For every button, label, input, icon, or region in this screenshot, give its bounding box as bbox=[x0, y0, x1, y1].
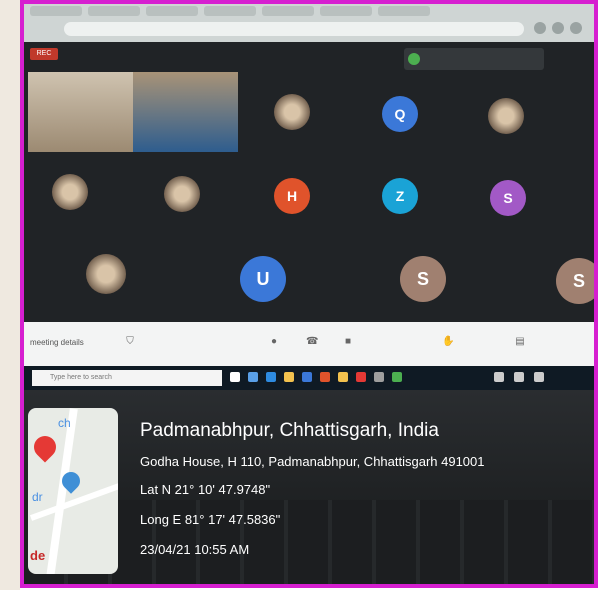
participant-video bbox=[28, 72, 133, 152]
taskbar-search-input[interactable]: Type here to search bbox=[32, 370, 222, 386]
location-pin-icon bbox=[29, 431, 61, 463]
file-explorer-icon[interactable] bbox=[284, 372, 294, 382]
photo-frame: REC Q H Z S U S S meeting details ⛉ ● ☎ … bbox=[20, 0, 598, 588]
browser-tabs bbox=[24, 4, 594, 18]
active-video-feed bbox=[28, 72, 238, 152]
participant-initial: H bbox=[286, 188, 298, 204]
taskbar-app-icon[interactable] bbox=[374, 372, 384, 382]
task-view-icon[interactable] bbox=[230, 372, 240, 382]
browser-tab[interactable] bbox=[262, 6, 314, 16]
extension-icon[interactable] bbox=[534, 22, 546, 34]
store-icon[interactable] bbox=[302, 372, 312, 382]
address-bar[interactable] bbox=[64, 22, 524, 36]
taskbar-app-icon[interactable] bbox=[248, 372, 258, 382]
video-call-area: REC Q H Z S U S S bbox=[24, 42, 594, 322]
geotag-overlay-area: ch dr de Padmanabhpur, Chhattisgarh, Ind… bbox=[24, 390, 594, 584]
chrome-icon[interactable] bbox=[356, 372, 366, 382]
edge-icon[interactable] bbox=[266, 372, 276, 382]
profile-icon[interactable] bbox=[552, 22, 564, 34]
browser-tab[interactable] bbox=[204, 6, 256, 16]
map-label: ch bbox=[58, 416, 71, 430]
meeting-details-button[interactable]: meeting details bbox=[30, 338, 84, 347]
map-thumbnail: ch dr de bbox=[28, 408, 118, 574]
present-icon[interactable]: ▤ bbox=[514, 336, 526, 348]
meeting-control-bar: meeting details ⛉ ● ☎ ■ ✋ ▤ bbox=[24, 322, 594, 366]
geotag-datetime: 23/04/21 10:55 AM bbox=[140, 542, 250, 557]
participant-photo-tile bbox=[52, 174, 88, 210]
camera-icon[interactable]: ■ bbox=[342, 336, 354, 348]
taskbar-app-icon[interactable] bbox=[392, 372, 402, 382]
participant-tile: Q bbox=[382, 96, 418, 132]
mic-icon[interactable]: ● bbox=[268, 336, 280, 348]
end-call-icon[interactable]: ☎ bbox=[306, 336, 318, 348]
participant-initial: U bbox=[256, 268, 270, 289]
browser-tab[interactable] bbox=[30, 6, 82, 16]
geotag-place: Padmanabhpur, Chhattisgarh, India bbox=[140, 420, 439, 441]
participant-photo-tile bbox=[164, 176, 200, 212]
browser-tab[interactable] bbox=[146, 6, 198, 16]
participant-initial: Z bbox=[395, 188, 405, 204]
geotag-longitude: Long E 81° 17' 47.5836" bbox=[140, 512, 281, 527]
browser-tab[interactable] bbox=[320, 6, 372, 16]
participant-tile: S bbox=[490, 180, 526, 216]
map-label: de bbox=[30, 548, 46, 563]
presenter-chip bbox=[404, 48, 544, 70]
browser-tab[interactable] bbox=[378, 6, 430, 16]
volume-icon[interactable] bbox=[514, 372, 524, 382]
participant-photo-tile bbox=[274, 94, 310, 130]
participant-tile: S bbox=[556, 258, 594, 304]
participant-initial: S bbox=[416, 268, 429, 289]
browser-tab[interactable] bbox=[88, 6, 140, 16]
menu-icon[interactable] bbox=[570, 22, 582, 34]
participant-photo-tile bbox=[86, 254, 126, 294]
participant-initial: S bbox=[503, 190, 513, 206]
left-edge-strip bbox=[0, 0, 20, 590]
participant-tile: U bbox=[240, 256, 286, 302]
windows-taskbar: Type here to search bbox=[24, 366, 594, 390]
network-icon[interactable] bbox=[534, 372, 544, 382]
geotag-address: Godha House, H 110, Padmanabhpur, Chhatt… bbox=[140, 454, 485, 469]
participant-photo-tile bbox=[488, 98, 524, 134]
system-tray-icon[interactable] bbox=[494, 372, 504, 382]
browser-chrome bbox=[24, 4, 594, 42]
participant-initial: S bbox=[572, 270, 585, 291]
raise-hand-icon[interactable]: ✋ bbox=[442, 336, 454, 348]
participant-initial: Q bbox=[394, 106, 406, 122]
recording-badge: REC bbox=[30, 48, 58, 60]
shield-icon[interactable]: ⛉ bbox=[124, 336, 136, 348]
taskbar-app-icon[interactable] bbox=[338, 372, 348, 382]
participant-video bbox=[133, 72, 238, 152]
presenter-avatar bbox=[408, 53, 420, 65]
geotag-latitude: Lat N 21° 10' 47.9748" bbox=[140, 482, 271, 497]
participant-tile: S bbox=[400, 256, 446, 302]
participant-tile: H bbox=[274, 178, 310, 214]
map-label: dr bbox=[32, 490, 43, 504]
taskbar-app-icon[interactable] bbox=[320, 372, 330, 382]
participant-tile: Z bbox=[382, 178, 418, 214]
